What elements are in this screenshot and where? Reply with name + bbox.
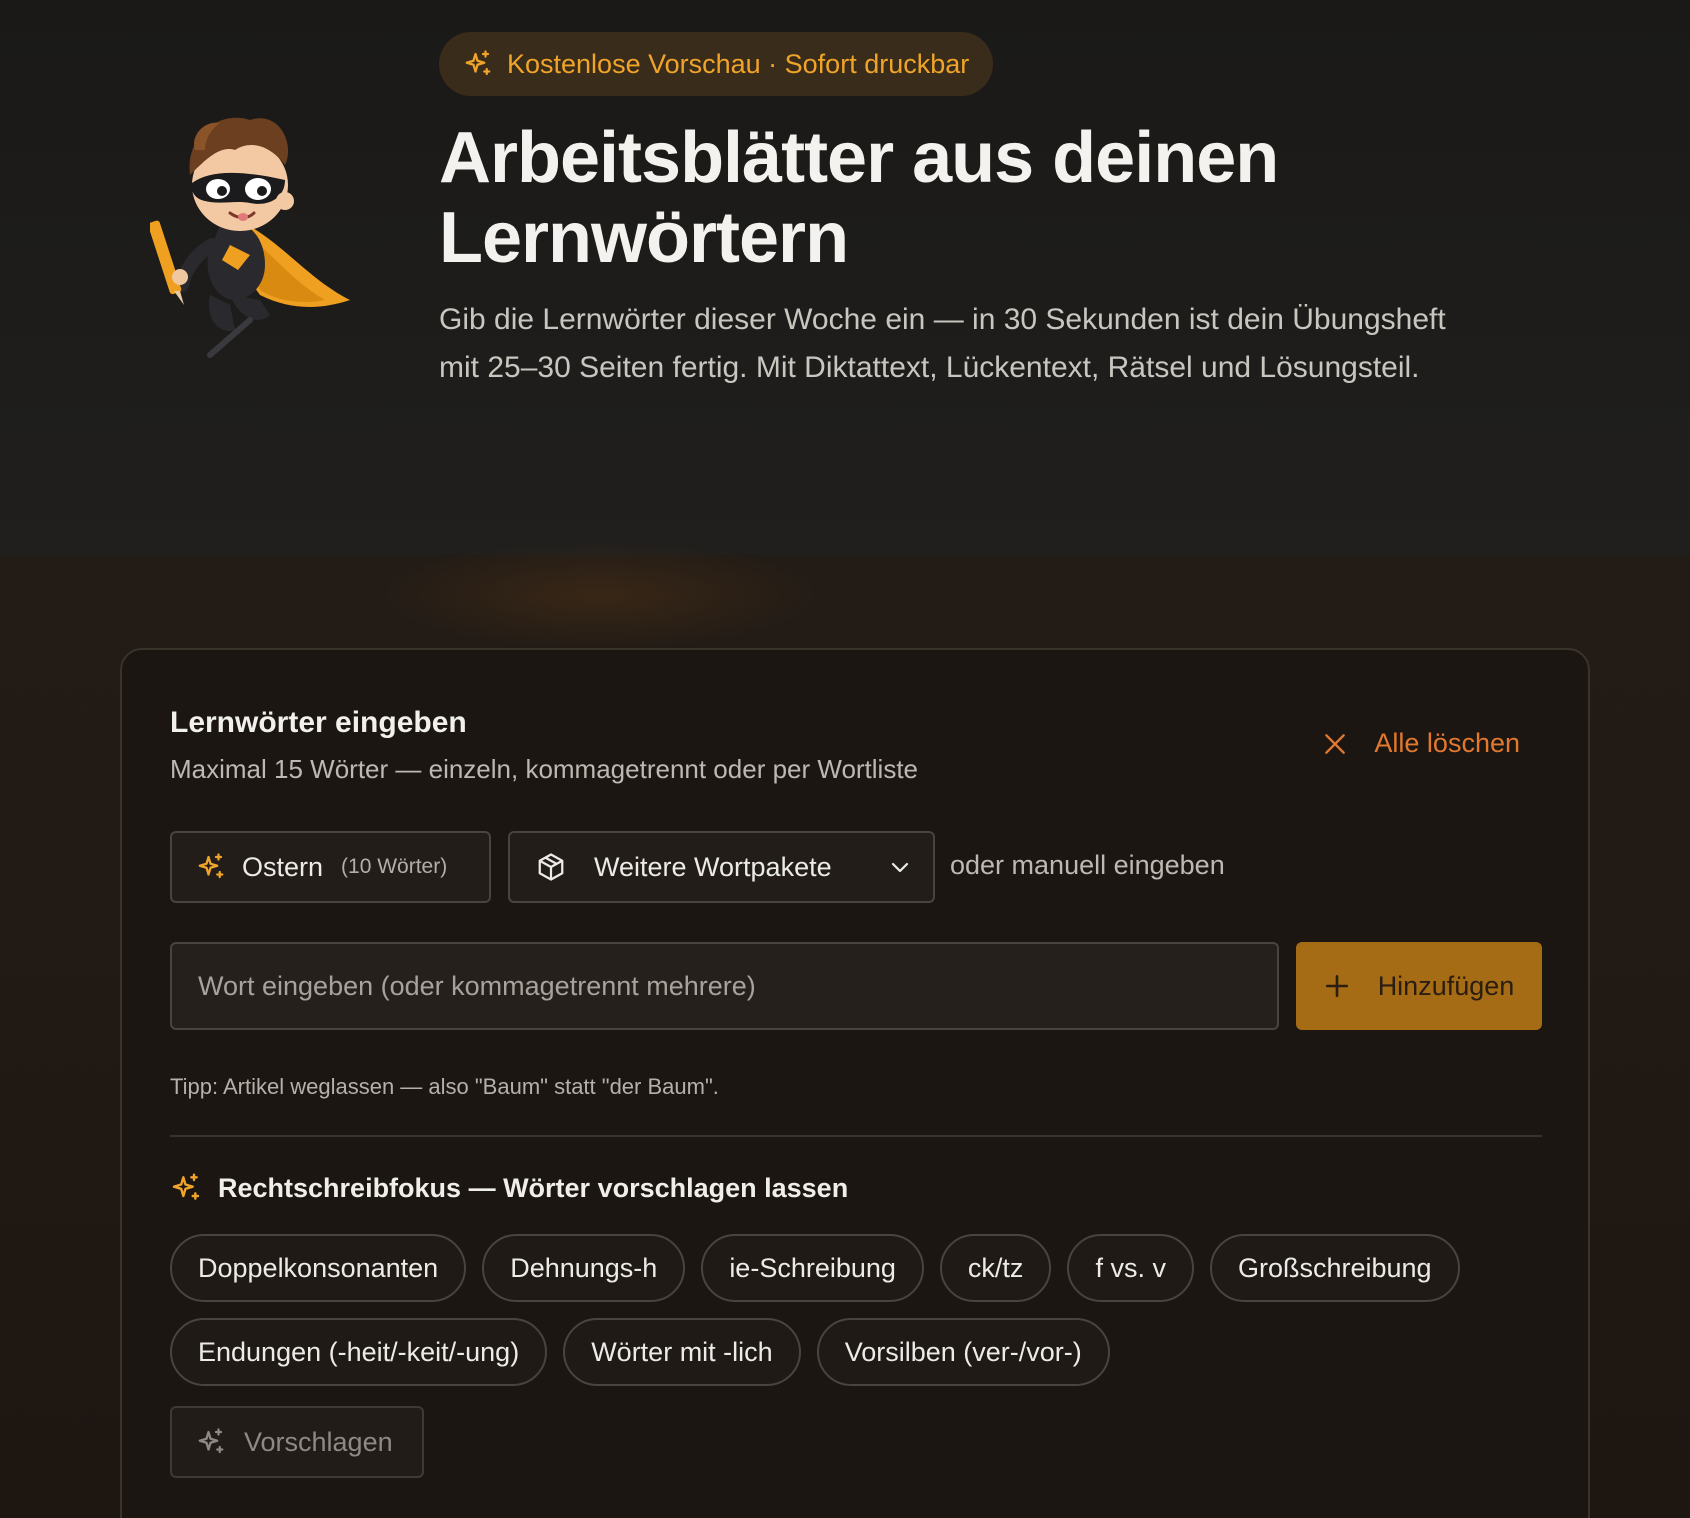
chip-woerter-mit-lich[interactable]: Wörter mit -lich xyxy=(563,1318,801,1386)
easter-pack-button[interactable]: Ostern (10 Wörter) xyxy=(170,831,491,903)
chip-vorsilben[interactable]: Vorsilben (ver-/vor-) xyxy=(816,1318,1110,1386)
sparkles-icon xyxy=(463,49,493,79)
spelling-focus-heading: Rechtschreibfokus — Wörter vorschlagen l… xyxy=(170,1172,848,1204)
chip-grossschreibung[interactable]: Großschreibung xyxy=(1209,1234,1460,1302)
clear-all-label: Alle löschen xyxy=(1374,728,1520,758)
clear-all-button[interactable]: Alle löschen xyxy=(1322,728,1520,759)
chip-ck-tz[interactable]: ck/tz xyxy=(939,1234,1052,1302)
chip-row: Endungen (-heit/-keit/-ung) Wörter mit -… xyxy=(170,1318,1550,1386)
chip-dehnungs-h[interactable]: Dehnungs-h xyxy=(482,1234,686,1302)
page-title-line2: Lernwörtern xyxy=(439,198,849,278)
easter-pack-count: (10 Wörter) xyxy=(341,855,448,878)
page-subtitle: Gib die Lernwörter dieser Woche ein — in… xyxy=(439,303,1446,384)
word-input[interactable]: Wort eingeben (oder kommagetrennt mehrer… xyxy=(170,942,1279,1030)
card-description: Maximal 15 Wörter — einzeln, kommagetren… xyxy=(170,754,919,784)
chip-f-vs-v[interactable]: f vs. v xyxy=(1067,1234,1194,1302)
word-packs-dropdown[interactable]: Weitere Wortpakete xyxy=(508,831,935,903)
spelling-focus-label: Rechtschreibfokus — Wörter vorschlagen l… xyxy=(218,1172,849,1203)
chip-row: Doppelkonsonanten Dehnungs-h ie-Schreibu… xyxy=(170,1234,1550,1302)
package-icon xyxy=(536,852,566,882)
add-word-label: Hinzufügen xyxy=(1377,970,1515,1001)
chip-endungen[interactable]: Endungen (-heit/-keit/-ung) xyxy=(170,1318,548,1386)
word-packs-label: Weitere Wortpakete xyxy=(594,851,832,882)
sparkles-icon xyxy=(196,852,226,882)
chip-doppelkonsonanten[interactable]: Doppelkonsonanten xyxy=(170,1234,467,1302)
decorative-glow xyxy=(380,540,820,650)
preview-badge: Kostenlose Vorschau · Sofort druckbar xyxy=(439,32,994,96)
add-word-button[interactable]: Hinzufügen xyxy=(1296,942,1542,1030)
chevron-down-icon xyxy=(888,855,912,879)
spelling-focus-chips: Doppelkonsonanten Dehnungs-h ie-Schreibu… xyxy=(170,1234,1550,1402)
word-input-placeholder: Wort eingeben (oder kommagetrennt mehrer… xyxy=(198,970,756,1001)
close-icon xyxy=(1322,731,1348,757)
badge-text: Kostenlose Vorschau · Sofort druckbar xyxy=(507,48,970,79)
page-title: Arbeitsblätter aus deinen Lernwörtern xyxy=(439,118,1439,278)
sparkles-icon xyxy=(196,1427,226,1457)
sparkles-icon xyxy=(170,1172,202,1204)
manual-entry-hint: oder manuell eingeben xyxy=(950,850,1225,880)
word-input-card: Lernwörter eingeben Maximal 15 Wörter — … xyxy=(120,648,1590,1518)
divider xyxy=(170,1135,1542,1137)
card-title: Lernwörter eingeben xyxy=(170,706,467,739)
suggest-label: Vorschlagen xyxy=(244,1426,393,1457)
suggest-button[interactable]: Vorschlagen xyxy=(170,1406,424,1478)
page-title-line1: Arbeitsblätter aus deinen xyxy=(439,118,1279,198)
tip-text: Tipp: Artikel weglassen — also "Baum" st… xyxy=(170,1074,719,1099)
easter-pack-label: Ostern xyxy=(242,851,324,882)
chip-ie-schreibung[interactable]: ie-Schreibung xyxy=(701,1234,924,1302)
mascot-illustration xyxy=(150,117,350,358)
plus-icon xyxy=(1324,973,1350,999)
